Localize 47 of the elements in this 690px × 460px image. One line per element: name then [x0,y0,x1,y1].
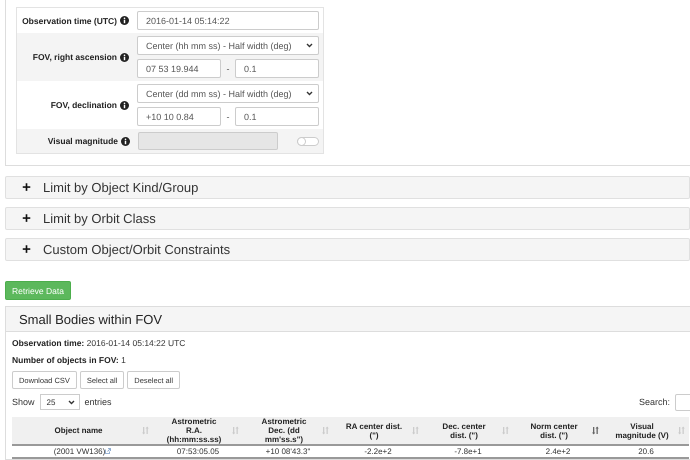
input-field[interactable]: 0.1 [235,59,319,78]
info-icon[interactable] [121,136,130,146]
field-label: FOV, declination [50,100,117,110]
separator-text: - [226,112,230,122]
accordion-header[interactable]: + Limit by Object Kind/Group [5,176,690,199]
input-field[interactable]: 07 53 19.944 [137,59,221,78]
info-icon[interactable] [120,52,129,62]
external-link-icon [105,448,112,454]
page-size-dropdown[interactable]: 25 [40,394,80,410]
column-header[interactable]: Visual magnitude (V) [603,417,689,445]
chevron-icon [68,400,75,404]
field-label: Observation time (UTC) [22,16,117,26]
column-header[interactable]: Astrometric R.A. (hh:mm:ss.ss) [153,417,243,445]
column-header[interactable]: RA center dist. (") [333,417,423,445]
info-label: Observation time: [12,338,84,348]
accordion-header[interactable]: + Limit by Orbit Class [5,207,690,230]
table-cell: 20.6 [603,445,689,458]
table-cell: 2.4e+2 [513,445,603,458]
input-field[interactable]: 0.1 [235,107,319,126]
table-cell: -2.2e+2 [333,445,423,458]
info-label: Number of objects in FOV: [12,355,119,365]
column-header[interactable]: Norm center dist. (") [513,417,603,445]
search-label: Search: [638,397,670,407]
panel-title: Small Bodies within FOV [19,312,162,326]
object-link[interactable]: (2001 VW136) [12,445,153,458]
column-header[interactable]: Astrometric Dec. (dd mm'ss.s") [243,417,333,445]
chevron-icon [306,43,313,48]
column-header[interactable]: Dec. center dist. (") [423,417,513,445]
info-value: 2016-01-14 05:14:22 UTC [86,338,186,348]
show-label: Show [12,397,35,407]
field-label: Visual magnitude [48,136,118,146]
entries-label: entries [84,397,112,407]
info-icon[interactable] [120,100,129,110]
table-cell: +10 08'43.3" [243,445,333,458]
field-label: FOV, right ascension [32,52,117,62]
accordion-header[interactable]: + Custom Object/Orbit Constraints [5,238,690,261]
mode-dropdown[interactable]: Center (dd mm ss) - Half width (deg) [137,84,319,103]
chevron-icon [306,91,313,96]
column-header[interactable]: Object name [12,417,153,445]
info-value: 1 [121,355,126,365]
input-field[interactable]: 2016-01-14 05:14:22 [137,11,319,30]
info-icon[interactable] [120,16,129,25]
table-cell: 07:53:05.05 [153,445,243,458]
table-cell: -7.8e+1 [423,445,513,458]
mode-dropdown[interactable]: Center (hh mm ss) - Half width (deg) [137,36,319,55]
separator-text: - [226,64,230,74]
input-field[interactable]: +10 10 0.84 [137,107,221,126]
